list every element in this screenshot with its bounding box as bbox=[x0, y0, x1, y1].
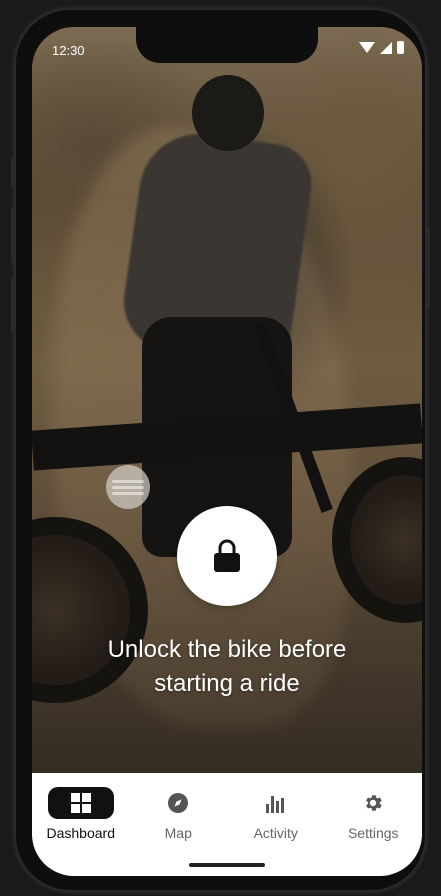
slide-handle-stripe bbox=[112, 492, 144, 495]
background-photo bbox=[32, 27, 422, 876]
compass-icon bbox=[168, 793, 189, 813]
tab-settings-icon-wrap bbox=[340, 787, 406, 819]
bottom-tab-bar: Dashboard Map Activity Settings bbox=[32, 773, 422, 876]
tab-map-icon-wrap bbox=[145, 787, 211, 819]
power-button bbox=[427, 228, 430, 308]
tab-dashboard[interactable]: Dashboard bbox=[41, 787, 121, 841]
slide-handle-stripe bbox=[112, 486, 144, 489]
unlock-message-line1: Unlock the bike before bbox=[107, 636, 347, 663]
camera-notch bbox=[136, 27, 318, 63]
tab-activity-label: Activity bbox=[253, 825, 298, 841]
volume-up-button bbox=[11, 208, 14, 263]
unlock-message: Unlock the bike before starting a ride bbox=[32, 633, 422, 701]
home-indicator[interactable] bbox=[189, 863, 265, 867]
tab-activity-icon-wrap bbox=[243, 787, 309, 819]
volume-down-button bbox=[11, 278, 14, 333]
tab-dashboard-label: Dashboard bbox=[46, 825, 116, 841]
lock-icon bbox=[214, 539, 240, 572]
tab-settings-label: Settings bbox=[347, 825, 399, 841]
rider-helmet bbox=[192, 75, 264, 151]
mute-switch bbox=[11, 158, 14, 188]
unlock-button[interactable] bbox=[177, 506, 277, 606]
unlock-slider[interactable] bbox=[106, 465, 150, 509]
tab-settings[interactable]: Settings bbox=[333, 787, 413, 841]
status-bar: 12:30 bbox=[32, 27, 422, 71]
bar-chart-icon bbox=[265, 796, 284, 813]
status-time: 12:30 bbox=[52, 43, 85, 58]
dashboard-icon bbox=[70, 793, 91, 813]
tab-dashboard-indicator bbox=[47, 787, 114, 819]
app-screen: 12:30 Unlock the bike before starting a … bbox=[32, 27, 422, 876]
wifi-icon bbox=[359, 42, 375, 53]
cellular-signal-icon bbox=[380, 41, 392, 54]
slide-handle-stripe bbox=[112, 480, 144, 483]
unlock-message-line2: starting a ride bbox=[154, 670, 300, 697]
tab-map-label: Map bbox=[164, 825, 192, 841]
status-icons bbox=[359, 41, 404, 54]
gear-icon bbox=[366, 795, 382, 811]
tab-activity[interactable]: Activity bbox=[236, 787, 316, 841]
battery-icon bbox=[397, 41, 404, 54]
slide-handle-icon[interactable] bbox=[106, 465, 150, 509]
tab-map[interactable]: Map bbox=[138, 787, 218, 841]
